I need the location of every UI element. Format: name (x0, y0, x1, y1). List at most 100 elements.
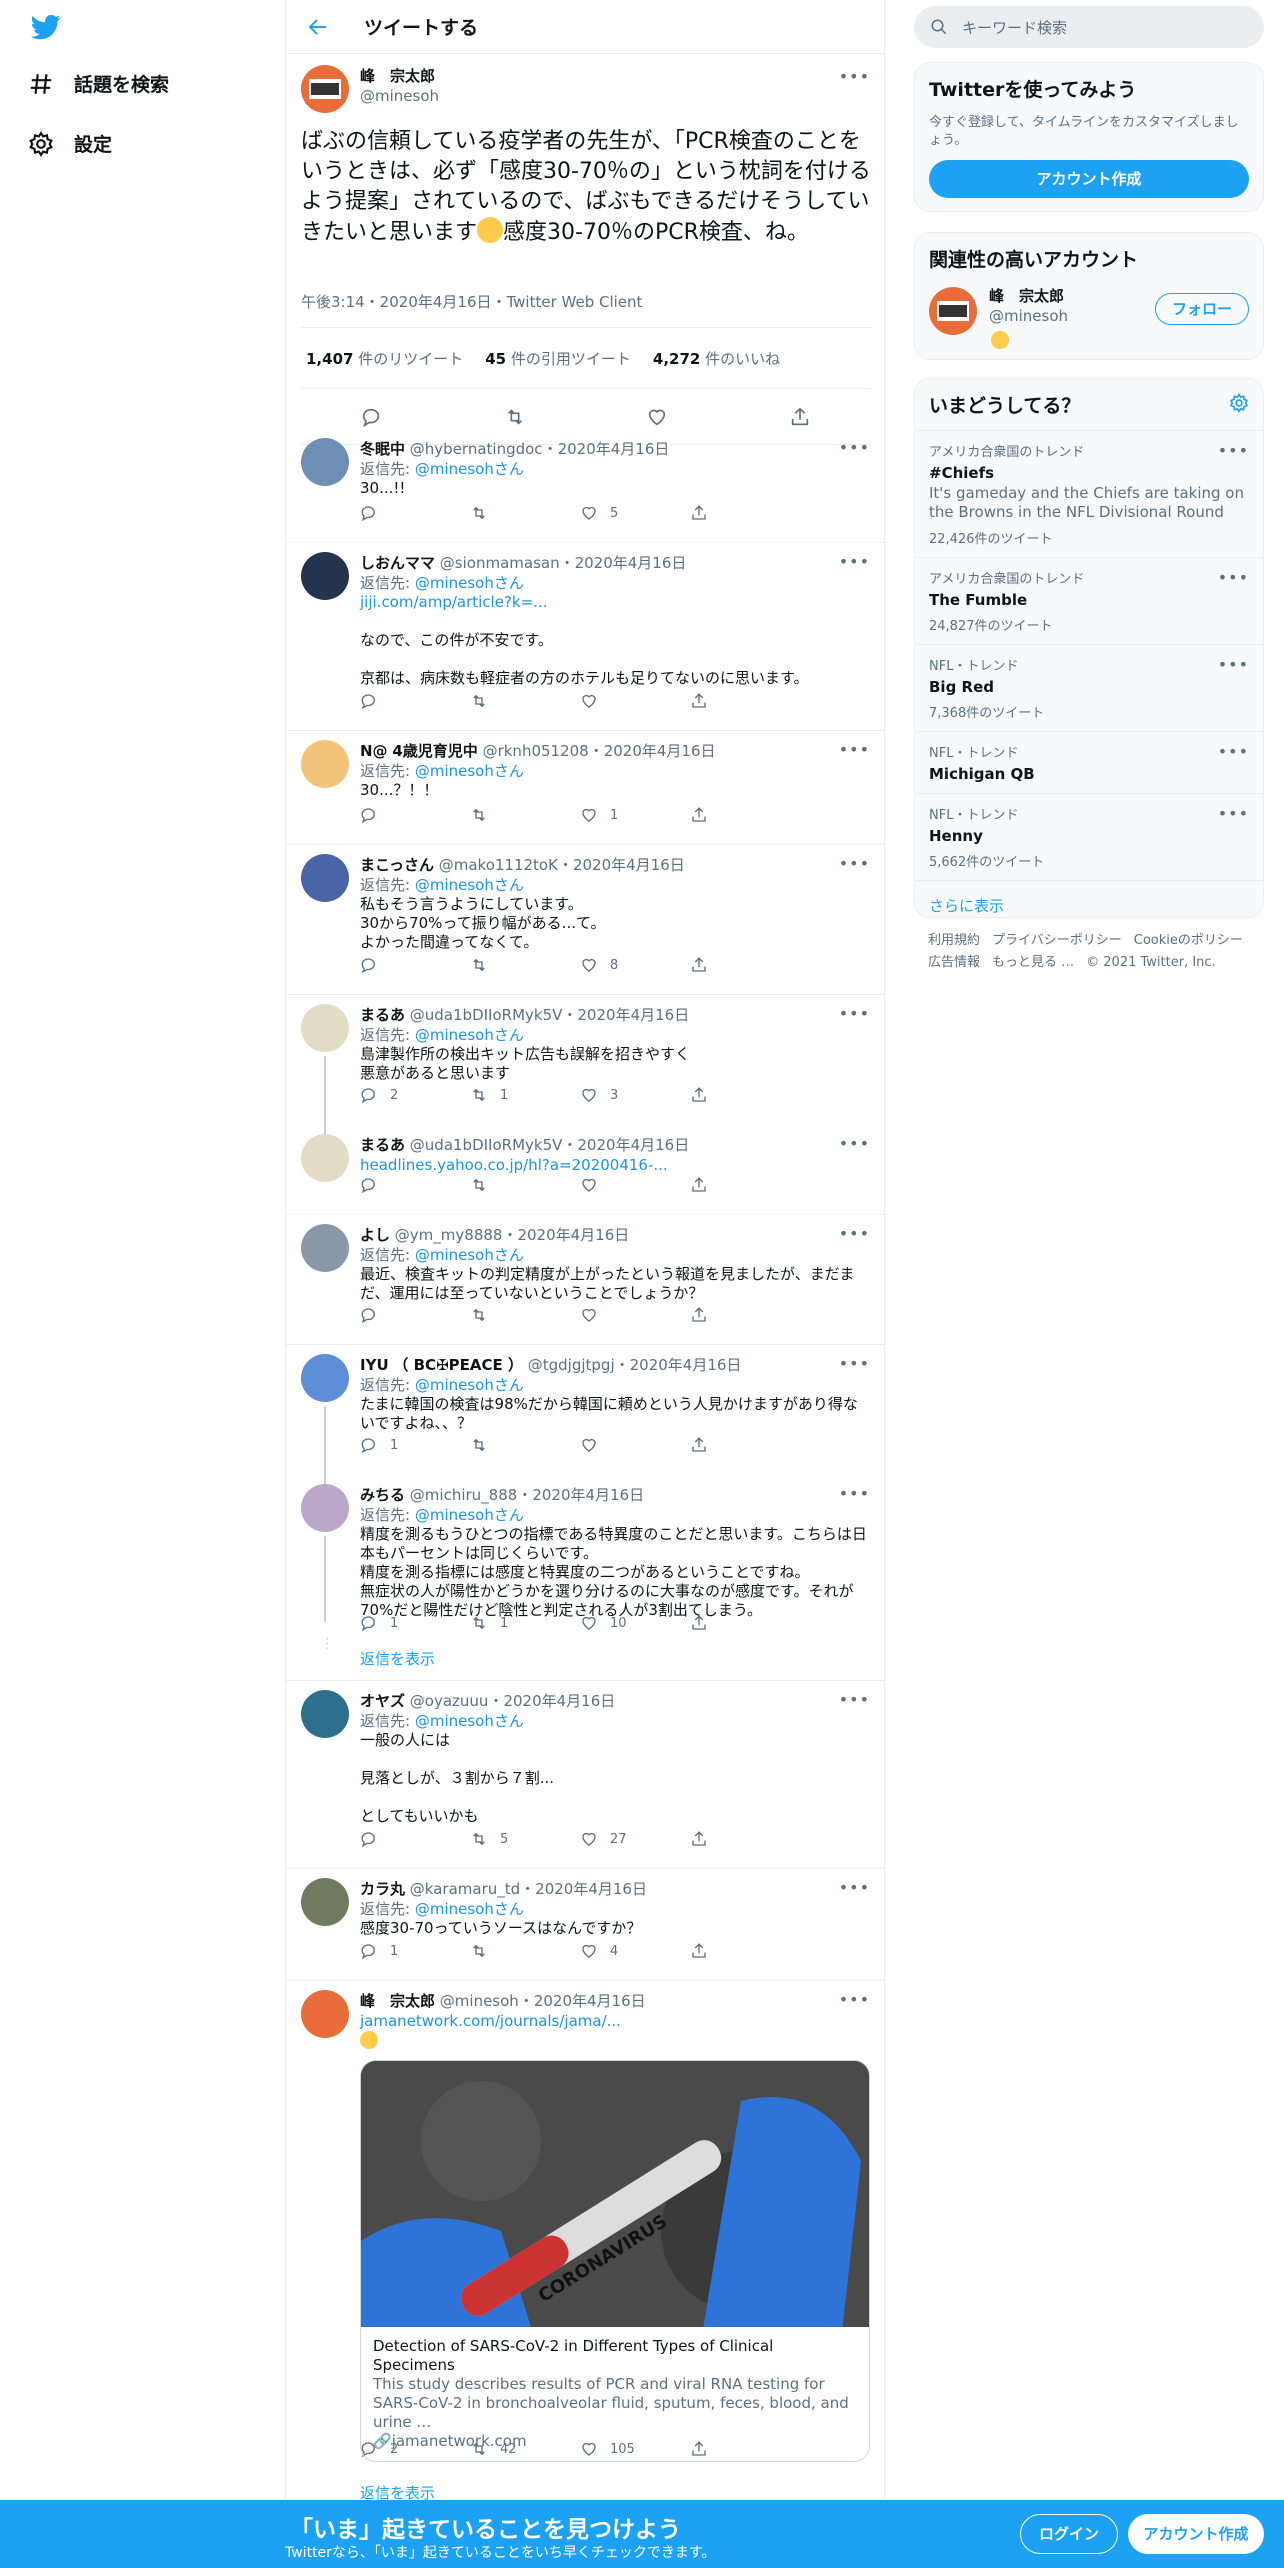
twitter-logo-icon[interactable] (28, 12, 64, 42)
more-icon[interactable]: ••• (839, 1354, 870, 1373)
reply-to-link[interactable]: @minesohさん (415, 574, 524, 592)
more-icon[interactable]: ••• (839, 438, 870, 457)
related-handle[interactable]: @minesoh (989, 307, 1068, 325)
share-button[interactable] (690, 1436, 800, 1454)
author-handle[interactable]: @ym_my8888 (395, 1226, 503, 1244)
more-icon[interactable]: ••• (839, 1878, 870, 1897)
footer-privacy[interactable]: プライバシーポリシー (992, 933, 1122, 948)
like-button[interactable] (580, 1176, 690, 1194)
reply-tweet[interactable]: みちる @michiru_888・2020年4月16日 ••• 返信先: @mine… (286, 1474, 884, 1680)
like-icon[interactable] (646, 406, 668, 428)
reply-button[interactable]: 1 (360, 1614, 470, 1632)
reply-date[interactable]: ・2020年4月16日 (560, 554, 687, 572)
reply-date[interactable]: ・2020年4月16日 (517, 1486, 644, 1504)
author-name[interactable]: カラ丸 (360, 1880, 405, 1898)
author-name[interactable]: まるあ (360, 1006, 405, 1024)
more-icon[interactable]: ••• (1218, 742, 1249, 761)
reply-button[interactable] (360, 692, 470, 710)
reply-button[interactable] (360, 956, 470, 974)
like-button[interactable]: 1 (580, 806, 690, 824)
author-handle[interactable]: @oyazuuu (410, 1692, 489, 1710)
trend-item[interactable]: NFL・トレンド Henny 5,662件のツイート ••• (915, 793, 1263, 880)
reply-date[interactable]: ・2020年4月16日 (502, 1226, 629, 1244)
more-icon[interactable]: ••• (1218, 441, 1249, 460)
share-button[interactable] (690, 1830, 800, 1848)
reply-to-link[interactable]: @minesohさん (415, 1376, 524, 1394)
reply-tweet[interactable]: 峰 宗太郎 @minesoh・2020年4月16日 ••• jamanetwork.… (286, 1980, 884, 2502)
trend-item[interactable]: NFL・トレンド Michigan QB ••• (915, 731, 1263, 793)
author-name[interactable]: まるあ (360, 1136, 405, 1154)
reply-to-link[interactable]: @minesohさん (415, 1246, 524, 1264)
share-button[interactable] (690, 1086, 800, 1104)
trend-item[interactable]: アメリカ合衆国のトレンド #Chiefs It's gameday and the … (915, 430, 1263, 557)
author-handle[interactable]: @hybernatingdoc (410, 440, 543, 458)
avatar[interactable] (301, 1990, 349, 2038)
author-handle[interactable]: @tgdjgjtpgj (528, 1356, 615, 1374)
like-button[interactable]: 3 (580, 1086, 690, 1104)
avatar[interactable] (301, 1134, 349, 1182)
author-name[interactable]: まこっさん (360, 856, 434, 874)
author-name-suffix[interactable]: （ BC✠PEACE ） (393, 1356, 523, 1374)
link-url[interactable]: jamanetwork.com/journals/jama/... (360, 2012, 621, 2030)
trend-item[interactable]: アメリカ合衆国のトレンド The Fumble 24,827件のツイート ••• (915, 557, 1263, 644)
more-icon[interactable]: ••• (839, 1484, 870, 1503)
reply-date[interactable]: ・2020年4月16日 (543, 440, 670, 458)
more-icon[interactable]: ••• (839, 1004, 870, 1023)
reply-to-link[interactable]: @minesohさん (415, 1712, 524, 1730)
reply-button[interactable]: 1 (360, 1942, 470, 1960)
reply-to-link[interactable]: @minesohさん (415, 876, 524, 894)
like-button[interactable]: 8 (580, 956, 690, 974)
search-box[interactable]: キーワード検索 (914, 6, 1264, 48)
retweet-button[interactable] (470, 806, 580, 824)
footer-cookie[interactable]: Cookieのポリシー (1134, 933, 1243, 948)
footer-more[interactable]: もっと見る … (992, 955, 1074, 970)
more-icon[interactable]: ••• (1218, 804, 1249, 823)
retweet-button[interactable] (470, 1436, 580, 1454)
retweet-button[interactable] (470, 1306, 580, 1324)
author-handle[interactable]: @minesoh (440, 1992, 519, 2010)
reply-button[interactable] (360, 1830, 470, 1848)
avatar[interactable] (301, 1690, 349, 1738)
reply-tweet[interactable]: N@ 4歳児育児中 @rknh051208・2020年4月16日 ••• 返信先: … (286, 730, 884, 844)
reply-button[interactable] (360, 806, 470, 824)
reply-date[interactable]: ・2020年4月16日 (589, 742, 716, 760)
reply-to-link[interactable]: @minesohさん (415, 762, 524, 780)
reply-tweet[interactable]: しおんママ @sionmamasan・2020年4月16日 ••• 返信先: @mi… (286, 542, 884, 730)
more-icon[interactable]: ••• (1218, 655, 1249, 674)
link-card[interactable]: CORONAVIRUS Detection of SARS-CoV-2 in Di… (360, 2060, 870, 2462)
more-icon[interactable]: ••• (839, 1990, 870, 2009)
reply-icon[interactable] (361, 406, 383, 428)
like-button[interactable] (580, 1306, 690, 1324)
author-handle[interactable]: @sionmamasan (440, 554, 560, 572)
reply-date[interactable]: ・2020年4月16日 (562, 1136, 689, 1154)
share-button[interactable] (690, 1176, 800, 1194)
show-replies-link[interactable]: 返信を表示 (360, 1648, 435, 1669)
reply-date[interactable]: ・2020年4月16日 (488, 1692, 615, 1710)
author-handle[interactable]: @uda1bDIIoRMyk5V (410, 1136, 563, 1154)
author-handle[interactable]: @mako1112toK (439, 856, 558, 874)
reply-button[interactable] (360, 504, 470, 522)
nav-explore[interactable]: 話題を検索 (28, 70, 169, 97)
related-name[interactable]: 峰 宗太郎 (989, 285, 1064, 306)
share-button[interactable] (690, 504, 800, 522)
author-name[interactable]: みちる (360, 1486, 405, 1504)
reply-tweet[interactable]: まるあ @uda1bDIIoRMyk5V・2020年4月16日 ••• 返信先: @… (286, 994, 884, 1136)
author-name[interactable]: IYU (360, 1356, 389, 1374)
reply-tweet[interactable]: 冬眠中 @hybernatingdoc・2020年4月16日 ••• 返信先: @m… (286, 428, 884, 542)
follow-button[interactable]: フォロー (1155, 293, 1249, 325)
author-handle[interactable]: @uda1bDIIoRMyk5V (410, 1006, 563, 1024)
more-icon[interactable]: ••• (1218, 568, 1249, 587)
avatar[interactable] (301, 1484, 349, 1532)
like-button[interactable] (580, 1436, 690, 1454)
author-handle[interactable]: @rknh051208 (483, 742, 589, 760)
share-button[interactable] (690, 1942, 800, 1960)
reply-tweet[interactable]: まるあ @uda1bDIIoRMyk5V・2020年4月16日 ••• headli… (286, 1124, 884, 1214)
reply-date[interactable]: ・2020年4月16日 (520, 1880, 647, 1898)
like-button[interactable]: 10 (580, 1614, 690, 1632)
avatar[interactable] (301, 552, 349, 600)
reply-tweet[interactable]: オヤズ @oyazuuu・2020年4月16日 ••• 返信先: @minesohさ… (286, 1680, 884, 1868)
avatar[interactable] (301, 65, 349, 113)
like-button[interactable]: 4 (580, 1942, 690, 1960)
more-icon[interactable]: ••• (839, 1224, 870, 1243)
avatar[interactable] (301, 740, 349, 788)
